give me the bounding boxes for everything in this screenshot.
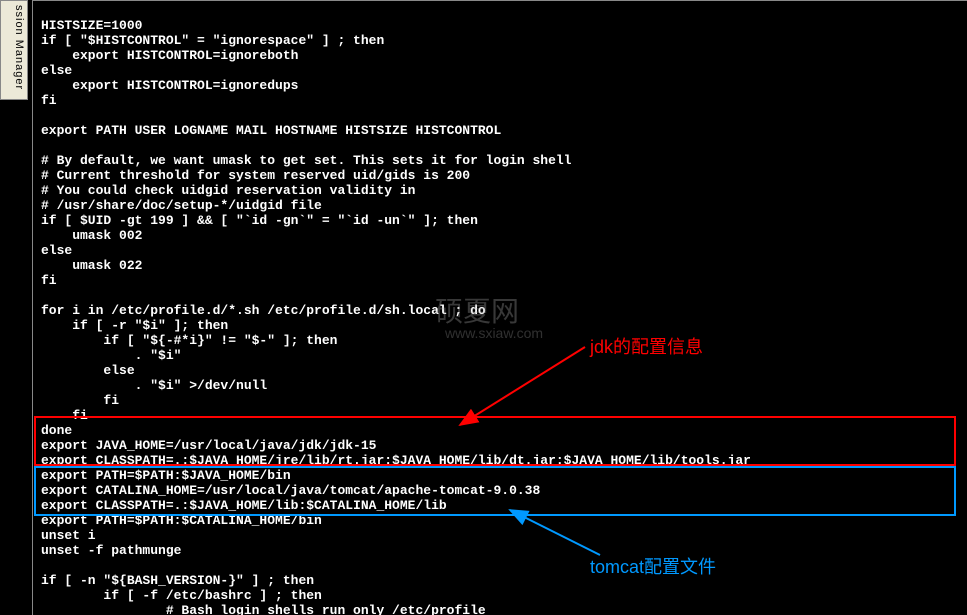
terminal-line: # Bash login shells run only /etc/profil…: [41, 603, 959, 615]
terminal-line: fi: [41, 393, 959, 408]
terminal-line: export CATALINA_HOME=/usr/local/java/tom…: [41, 483, 959, 498]
terminal-line: fi: [41, 93, 959, 108]
terminal-line: export HISTCONTROL=ignoredups: [41, 78, 959, 93]
terminal-line: else: [41, 243, 959, 258]
terminal-line: export HISTCONTROL=ignoreboth: [41, 48, 959, 63]
terminal-line: unset -f pathmunge: [41, 543, 959, 558]
terminal-line: export PATH=$PATH:$JAVA_HOME/bin: [41, 468, 959, 483]
jdk-annotation-label: jdk的配置信息: [590, 333, 703, 359]
terminal-line: umask 022: [41, 258, 959, 273]
terminal-line: [41, 288, 959, 303]
terminal-line: fi: [41, 273, 959, 288]
terminal-line: HISTSIZE=1000: [41, 18, 959, 33]
session-manager-label: ssion Manager: [13, 5, 25, 90]
terminal-line: done: [41, 423, 959, 438]
terminal-line: if [ -n "${BASH_VERSION-}" ] ; then: [41, 573, 959, 588]
terminal-line: else: [41, 63, 959, 78]
terminal-line: else: [41, 363, 959, 378]
terminal-line: for i in /etc/profile.d/*.sh /etc/profil…: [41, 303, 959, 318]
terminal-line: if [ -f /etc/bashrc ] ; then: [41, 588, 959, 603]
terminal-line: [41, 108, 959, 123]
tomcat-annotation-label: tomcat配置文件: [590, 553, 716, 579]
terminal-line: if [ "$HISTCONTROL" = "ignorespace" ] ; …: [41, 33, 959, 48]
terminal-line: # Current threshold for system reserved …: [41, 168, 959, 183]
terminal-line: . "$i": [41, 348, 959, 363]
terminal-line: [41, 138, 959, 153]
terminal-line: . "$i" >/dev/null: [41, 378, 959, 393]
session-manager-tab[interactable]: ssion Manager: [0, 0, 28, 100]
terminal-line: if [ $UID -gt 199 ] && [ "`id -gn`" = "`…: [41, 213, 959, 228]
terminal-line: umask 002: [41, 228, 959, 243]
terminal-line: # /usr/share/doc/setup-*/uidgid file: [41, 198, 959, 213]
terminal-line: # By default, we want umask to get set. …: [41, 153, 959, 168]
terminal-line: export PATH USER LOGNAME MAIL HOSTNAME H…: [41, 123, 959, 138]
terminal-line: # You could check uidgid reservation val…: [41, 183, 959, 198]
terminal-line: export JAVA_HOME=/usr/local/java/jdk/jdk…: [41, 438, 959, 453]
terminal-line: export CLASSPATH=.:$JAVA_HOME/lib:$CATAL…: [41, 498, 959, 513]
terminal-line: export CLASSPATH=.:$JAVA_HOME/jre/lib/rt…: [41, 453, 959, 468]
terminal-line: [41, 558, 959, 573]
terminal-line: if [ -r "$i" ]; then: [41, 318, 959, 333]
terminal-line: if [ "${-#*i}" != "$-" ]; then: [41, 333, 959, 348]
terminal-content[interactable]: HISTSIZE=1000if [ "$HISTCONTROL" = "igno…: [32, 0, 967, 615]
terminal-line: unset i: [41, 528, 959, 543]
terminal-line: export PATH=$PATH:$CATALINA_HOME/bin: [41, 513, 959, 528]
terminal-line: fi: [41, 408, 959, 423]
